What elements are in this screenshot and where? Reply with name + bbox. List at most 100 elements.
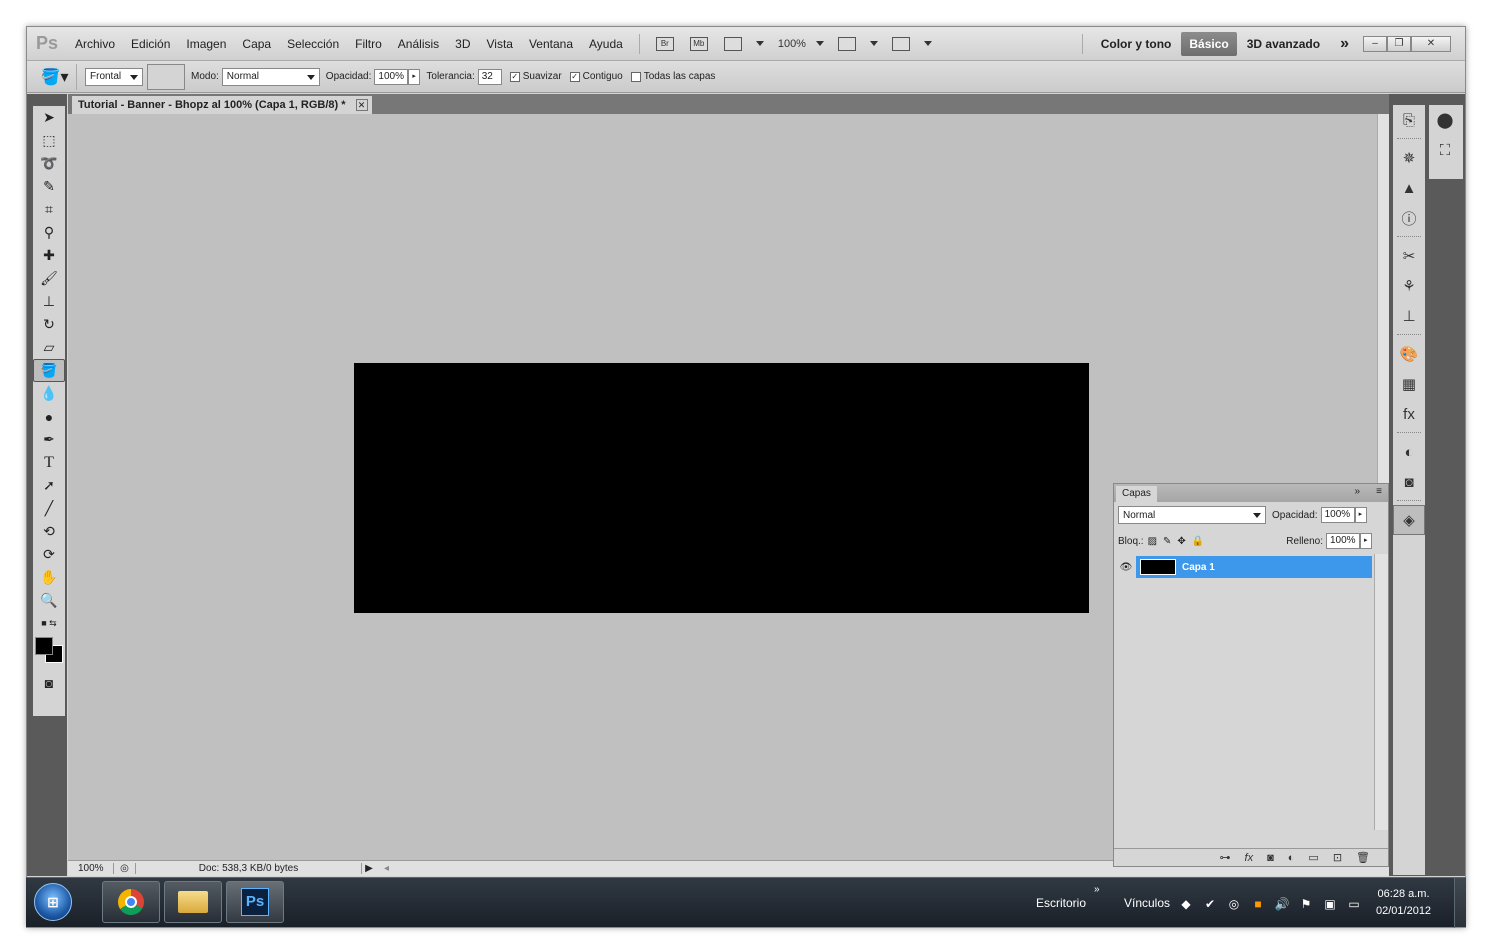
adjustment-icon[interactable]: ◐ xyxy=(1288,852,1295,864)
menu-analisis[interactable]: Análisis xyxy=(390,27,447,61)
menu-ventana[interactable]: Ventana xyxy=(521,27,581,61)
layer-row[interactable]: 👁 Capa 1 xyxy=(1116,556,1372,578)
menu-seleccion[interactable]: Selección xyxy=(279,27,347,61)
fill-input[interactable]: 100% xyxy=(1326,533,1360,549)
menu-3d[interactable]: 3D xyxy=(447,27,478,61)
opacity-slider-toggle[interactable]: ▸ xyxy=(408,68,421,85)
lasso-tool-icon[interactable]: ➰ xyxy=(33,152,65,175)
paint-bucket-tool-icon[interactable]: 🪣 xyxy=(33,359,65,382)
show-desktop-button[interactable] xyxy=(1454,878,1466,928)
3d-panel-icon[interactable]: ⬤ xyxy=(1429,105,1461,135)
layers-tab[interactable]: Capas xyxy=(1116,486,1157,502)
type-tool-icon[interactable]: T xyxy=(33,451,65,474)
avast-tray-icon[interactable]: ■ xyxy=(1250,896,1266,912)
swatches-panel-icon[interactable]: ▦ xyxy=(1393,369,1425,399)
photoshop-icon[interactable]: Ps xyxy=(226,881,284,923)
brushes-panel-icon[interactable]: ⚘ xyxy=(1393,271,1425,301)
status-zoom[interactable]: 100% xyxy=(68,863,114,874)
eyedropper-tool-icon[interactable]: ⚲ xyxy=(33,221,65,244)
mini-bridge-icon[interactable]: Mb xyxy=(689,36,708,51)
paint-bucket-preset-icon[interactable]: 🪣▾ xyxy=(33,63,77,90)
healing-brush-tool-icon[interactable]: ✚ xyxy=(33,244,65,267)
layer-blend-mode-select[interactable]: Normal xyxy=(1118,506,1266,524)
collapse-panel-icon[interactable]: » xyxy=(1354,486,1360,497)
document-canvas[interactable] xyxy=(354,363,1089,613)
workspace-basico[interactable]: Básico xyxy=(1181,31,1237,56)
network-connection-tray-icon[interactable]: ▣ xyxy=(1322,896,1338,912)
clone-source-panel-icon[interactable]: ⊥ xyxy=(1393,301,1425,331)
contiguous-checkbox[interactable]: ✓ xyxy=(569,71,580,82)
hand-tool-icon[interactable]: ✋ xyxy=(33,566,65,589)
styles-panel-icon[interactable]: fx xyxy=(1393,399,1425,429)
mode-select[interactable]: Normal xyxy=(221,67,320,86)
history-brush-tool-icon[interactable]: ↻ xyxy=(33,313,65,336)
pattern-picker[interactable] xyxy=(147,63,185,90)
explorer-icon[interactable] xyxy=(164,881,222,923)
chevron-down-icon[interactable] xyxy=(923,41,932,46)
quick-mask-icon[interactable]: ◙ xyxy=(33,671,65,694)
info-panel-icon[interactable]: ⓘ xyxy=(1393,203,1425,233)
toolbar-expand-icon[interactable]: » xyxy=(1094,884,1100,895)
chevron-down-icon[interactable] xyxy=(869,41,878,46)
links-toolbar[interactable]: Vínculos xyxy=(1124,896,1170,910)
close-button[interactable]: ✕ xyxy=(1411,35,1451,52)
menu-ayuda[interactable]: Ayuda xyxy=(581,27,631,61)
chrome-icon[interactable] xyxy=(102,881,160,923)
fill-slider-toggle[interactable]: ▸ xyxy=(1360,533,1372,549)
brush-tool-icon[interactable]: 🖌 xyxy=(33,267,65,290)
action-center-tray-icon[interactable]: ⚑ xyxy=(1298,896,1314,912)
minimize-button[interactable]: – xyxy=(1363,35,1387,52)
close-document-icon[interactable]: ✕ xyxy=(355,99,368,111)
default-colors-icon[interactable]: ■ ⇆ xyxy=(33,612,65,635)
chevron-down-icon[interactable] xyxy=(815,41,824,46)
menu-vista[interactable]: Vista xyxy=(479,27,521,61)
3d-rotate-tool-icon[interactable]: ⟲ xyxy=(33,520,65,543)
mask-icon[interactable]: ◙ xyxy=(1267,852,1274,864)
document-tab[interactable]: Tutorial - Banner - Bhopz al 100% (Capa … xyxy=(72,96,372,114)
lock-pixels-icon[interactable]: ✎ xyxy=(1163,536,1171,547)
crop-tool-icon[interactable]: ⌗ xyxy=(33,198,65,221)
eye-icon[interactable]: 👁 xyxy=(1116,556,1136,578)
layer-opacity-input[interactable]: 100% xyxy=(1320,507,1355,523)
fill-source-select[interactable]: Frontal xyxy=(85,67,143,86)
layers-scrollbar[interactable] xyxy=(1374,554,1388,830)
menu-archivo[interactable]: Archivo xyxy=(67,27,123,61)
eraser-tool-icon[interactable]: ▱ xyxy=(33,336,65,359)
link-icon[interactable]: ⊶ xyxy=(1220,851,1231,864)
start-button[interactable]: ⊞ xyxy=(34,883,72,921)
extras-icon[interactable] xyxy=(723,36,742,51)
status-info-icon[interactable]: ◎ xyxy=(114,863,136,874)
antialias-checkbox[interactable]: ✓ xyxy=(509,71,520,82)
network-tray-icon[interactable]: ◆ xyxy=(1178,896,1194,912)
bridge-icon[interactable]: Br xyxy=(655,36,674,51)
3d-orbit-tool-icon[interactable]: ⟳ xyxy=(33,543,65,566)
layer-opacity-slider-toggle[interactable]: ▸ xyxy=(1354,507,1367,523)
menu-capa[interactable]: Capa xyxy=(234,27,279,61)
status-menu-arrow-icon[interactable]: ▶ xyxy=(362,863,376,874)
pen-tool-icon[interactable]: ✒ xyxy=(33,428,65,451)
path-selection-tool-icon[interactable]: ➚ xyxy=(33,474,65,497)
color-panel-icon[interactable]: 🎨 xyxy=(1393,339,1425,369)
move-tool-icon[interactable]: ➤ xyxy=(33,106,65,129)
quick-selection-tool-icon[interactable]: ✎ xyxy=(33,175,65,198)
workspace-color-tono[interactable]: Color y tono xyxy=(1091,27,1182,61)
menu-edicion[interactable]: Edición xyxy=(123,27,178,61)
opacity-input[interactable]: 100% xyxy=(374,68,409,85)
masks-panel-icon[interactable]: ◙ xyxy=(1393,467,1425,497)
sync-tray-icon[interactable]: ◎ xyxy=(1226,896,1242,912)
new-layer-icon[interactable]: ⊡ xyxy=(1333,851,1342,864)
all-layers-checkbox[interactable] xyxy=(630,71,641,82)
lock-transparency-icon[interactable]: ▨ xyxy=(1148,536,1157,547)
display-tray-icon[interactable]: ▭ xyxy=(1346,896,1362,912)
adjustments-panel-icon[interactable]: ◐ xyxy=(1393,437,1425,467)
blur-tool-icon[interactable]: 💧 xyxy=(33,382,65,405)
lock-position-icon[interactable]: ✥ xyxy=(1177,536,1185,547)
histogram-panel-icon[interactable]: ▲ xyxy=(1393,173,1425,203)
restore-button[interactable]: ❐ xyxy=(1387,35,1411,52)
transform-panel-icon[interactable]: ⛶ xyxy=(1429,135,1461,165)
volume-tray-icon[interactable]: 🔊 xyxy=(1274,896,1290,912)
screen-mode-icon[interactable] xyxy=(891,36,910,51)
clock[interactable]: 06:28 a.m. 02/01/2012 xyxy=(1376,886,1431,920)
zoom-tool-icon[interactable]: 🔍 xyxy=(33,589,65,612)
history-panel-icon[interactable]: ⎘ xyxy=(1393,105,1425,135)
